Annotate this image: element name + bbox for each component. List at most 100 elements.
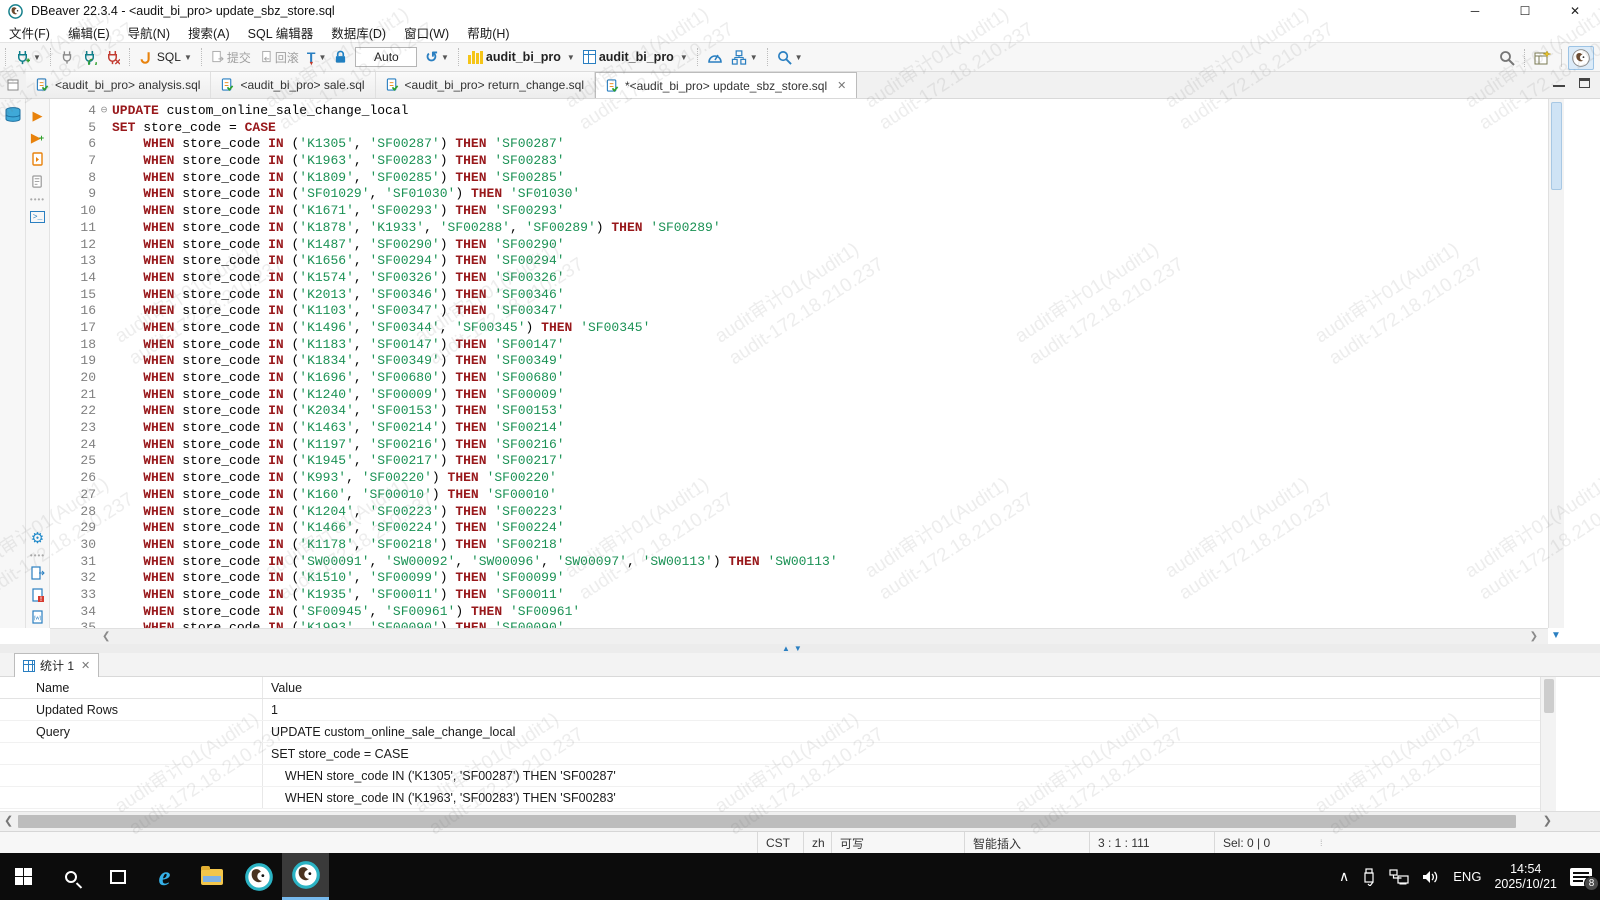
code-line[interactable]: 11 WHEN store_code IN ('K1878', 'K1933',… [50, 220, 838, 237]
database-navigator-icon[interactable] [4, 107, 22, 123]
export-file-button[interactable] [26, 562, 49, 584]
menu-item[interactable]: SQL 编辑器 [239, 22, 323, 42]
table-row[interactable]: QueryUPDATE custom_online_sale_change_lo… [0, 721, 1540, 743]
code-line[interactable]: 18 WHEN store_code IN ('K1183', 'SF00147… [50, 337, 838, 354]
code-line[interactable]: 7 WHEN store_code IN ('K1963', 'SF00283'… [50, 153, 838, 170]
editor-horizontal-scrollbar[interactable]: ❮ ❯ [50, 628, 1548, 644]
dbeaver-taskbar-icon-active[interactable] [282, 853, 329, 900]
database-select[interactable]: audit_bi_pro ▼ [465, 45, 578, 69]
code-line[interactable]: 27 WHEN store_code IN ('K160', 'SF00010'… [50, 487, 838, 504]
transaction-log-button[interactable]: T ▼ [304, 45, 329, 69]
dashboard-button[interactable] [704, 45, 726, 69]
column-header[interactable]: Name [0, 681, 262, 695]
input-language[interactable]: ENG [1453, 869, 1481, 884]
file-braces-button[interactable]: (w) [26, 606, 49, 628]
scroll-left-icon[interactable]: ❮ [4, 814, 13, 827]
dbeaver-taskbar-icon[interactable] [235, 853, 282, 900]
code-line[interactable]: 8 WHEN store_code IN ('K1809', 'SF00285'… [50, 170, 838, 187]
table-row[interactable]: WHEN store_code IN ('K1305', 'SF00287') … [0, 765, 1540, 787]
menu-item[interactable]: 帮助(H) [458, 22, 518, 42]
file-explorer-icon[interactable] [188, 853, 235, 900]
quick-search-button[interactable] [1496, 46, 1518, 70]
results-horizontal-scrollbar[interactable]: ❮ ❯ [0, 811, 1600, 831]
menu-item[interactable]: 搜索(A) [179, 22, 239, 42]
code-line[interactable]: 34 WHEN store_code IN ('SF00945', 'SF009… [50, 604, 838, 621]
code-line[interactable]: 16 WHEN store_code IN ('K1103', 'SF00347… [50, 303, 838, 320]
execute-new-tab-button[interactable]: ▶+ [26, 127, 49, 149]
code-line[interactable]: 29 WHEN store_code IN ('K1466', 'SF00224… [50, 520, 838, 537]
table-row[interactable]: SET store_code = CASE [0, 743, 1540, 765]
code-line[interactable]: 13 WHEN store_code IN ('K1656', 'SF00294… [50, 253, 838, 270]
taskbar-clock[interactable]: 14:54 2025/10/21 [1494, 862, 1557, 892]
code-line[interactable]: 31 WHEN store_code IN ('SW00091', 'SW000… [50, 554, 838, 571]
code-line[interactable]: 33 WHEN store_code IN ('K1935', 'SF00011… [50, 587, 838, 604]
code-line[interactable]: 12 WHEN store_code IN ('K1487', 'SF00290… [50, 237, 838, 254]
sql-editor-button[interactable]: SQL ▼ [136, 45, 195, 69]
editor-tab[interactable]: <audit_bi_pro> return_change.sql [376, 72, 595, 98]
schema-select[interactable]: audit_bi_pro ▼ [580, 45, 691, 69]
maximize-editor-icon[interactable] [1579, 78, 1590, 88]
close-icon[interactable]: ✕ [837, 79, 846, 92]
minimize-button[interactable]: ─ [1450, 0, 1500, 22]
menu-item[interactable]: 窗口(W) [395, 22, 458, 42]
table-row[interactable]: Updated Rows1 [0, 699, 1540, 721]
sash-down-icon[interactable]: ▼ [794, 644, 802, 653]
close-button[interactable]: ✕ [1550, 0, 1600, 22]
disconnect-button[interactable] [102, 45, 123, 69]
open-perspective-button[interactable] [1531, 46, 1554, 70]
code-line[interactable]: 24 WHEN store_code IN ('K1197', 'SF00216… [50, 437, 838, 454]
internet-explorer-icon[interactable]: e [141, 853, 188, 900]
code-line[interactable]: 9 WHEN store_code IN ('SF01029', 'SF0103… [50, 186, 838, 203]
table-row[interactable]: WHEN store_code IN ('K1963', 'SF00283') … [0, 787, 1540, 809]
usb-tray-icon[interactable] [1362, 868, 1376, 886]
code-line[interactable]: 4⊖UPDATE custom_online_sale_change_local [50, 103, 838, 120]
panel-sash[interactable]: ▲▼ [0, 644, 1600, 653]
user-avatar[interactable] [1568, 46, 1594, 70]
task-view-button[interactable] [94, 853, 141, 900]
editor-tab[interactable]: <audit_bi_pro> sale.sql [211, 72, 375, 98]
tray-chevron-up-icon[interactable]: ∧ [1339, 868, 1349, 885]
code-line[interactable]: 23 WHEN store_code IN ('K1463', 'SF00214… [50, 420, 838, 437]
editor-tab[interactable]: <audit_bi_pro> analysis.sql [26, 72, 211, 98]
volume-tray-icon[interactable] [1422, 869, 1440, 885]
editor-vertical-scrollbar[interactable] [1548, 99, 1564, 628]
code-line[interactable]: 14 WHEN store_code IN ('K1574', 'SF00326… [50, 270, 838, 287]
menu-item[interactable]: 编辑(E) [59, 22, 119, 42]
reconnect-button[interactable] [79, 45, 100, 69]
code-line[interactable]: 30 WHEN store_code IN ('K1178', 'SF00218… [50, 537, 838, 554]
commit-mode-select[interactable]: Auto [355, 47, 417, 67]
connect-button[interactable] [57, 45, 77, 69]
er-diagram-button[interactable]: ▼ [728, 45, 761, 69]
execute-script-button[interactable] [26, 149, 49, 171]
code-line[interactable]: 26 WHEN store_code IN ('K993', 'SF00220'… [50, 470, 838, 487]
results-vertical-scrollbar[interactable] [1540, 677, 1556, 811]
code-line[interactable]: 17 WHEN store_code IN ('K1496', 'SF00344… [50, 320, 838, 337]
sql-editor[interactable]: 4⊖UPDATE custom_online_sale_change_local… [50, 99, 1548, 628]
transaction-history-button[interactable]: ↺ ▼ [422, 45, 452, 69]
column-header[interactable]: Value [262, 677, 302, 698]
toolbar-search-button[interactable]: ▼ [774, 45, 806, 69]
code-line[interactable]: 32 WHEN store_code IN ('K1510', 'SF00099… [50, 570, 838, 587]
file-warning-button[interactable]: ! [26, 584, 49, 606]
restore-panel-icon[interactable] [0, 71, 26, 98]
code-line[interactable]: 19 WHEN store_code IN ('K1834', 'SF00349… [50, 353, 838, 370]
menu-item[interactable]: 数据库(D) [322, 22, 395, 42]
sash-up-icon[interactable]: ▲ [782, 644, 790, 653]
editor-tab[interactable]: *<audit_bi_pro> update_sbz_store.sql✕ [595, 72, 857, 98]
scroll-down-icon[interactable]: ▼ [1548, 628, 1564, 644]
code-line[interactable]: 25 WHEN store_code IN ('K1945', 'SF00217… [50, 453, 838, 470]
notification-center-icon[interactable]: 8 [1570, 868, 1592, 886]
code-line[interactable]: 22 WHEN store_code IN ('K2034', 'SF00153… [50, 403, 838, 420]
new-connection-button[interactable]: ▼ [12, 45, 44, 69]
open-terminal-button[interactable]: >_ [26, 206, 49, 228]
code-line[interactable]: 35 WHEN store_code IN ('K1993', 'SF00090… [50, 620, 838, 628]
execute-statement-button[interactable]: ▶ [26, 105, 49, 127]
code-line[interactable]: 21 WHEN store_code IN ('K1240', 'SF00009… [50, 387, 838, 404]
code-line[interactable]: 5SET store_code = CASE [50, 120, 838, 137]
close-icon[interactable]: ✕ [81, 659, 90, 672]
script-explain-button[interactable] [26, 171, 49, 193]
scroll-left-icon[interactable]: ❮ [102, 631, 110, 642]
minimize-editor-icon[interactable] [1553, 84, 1565, 87]
network-tray-icon[interactable] [1389, 869, 1409, 885]
scroll-right-icon[interactable]: ❯ [1543, 814, 1552, 827]
